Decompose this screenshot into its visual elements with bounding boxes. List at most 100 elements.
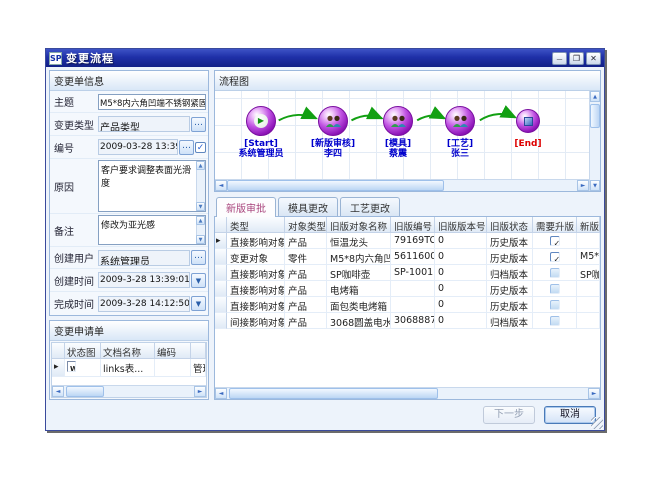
upgrade-checkbox[interactable]	[550, 300, 560, 310]
flow-node-review[interactable]	[318, 106, 348, 136]
table-row[interactable]: 直接影响对象产品 SP咖啡壶SP-1001 0归档版本 SP咖	[215, 265, 600, 281]
finish-time-dropdown-button[interactable]	[191, 296, 206, 311]
scroll-up-icon[interactable]	[196, 216, 205, 225]
resize-grip[interactable]	[591, 417, 603, 429]
col-type[interactable]: 类型	[227, 217, 285, 233]
col-upgrade[interactable]: 需要升版	[533, 217, 577, 233]
tab-mold-change[interactable]: 模具更改	[278, 197, 338, 217]
flow-node-start[interactable]	[246, 106, 276, 136]
request-grid-hscrollbar[interactable]	[52, 385, 206, 397]
flow-vscrollbar[interactable]	[589, 91, 600, 191]
hscroll-thumb[interactable]	[229, 388, 438, 399]
flow-node-mold[interactable]	[383, 106, 413, 136]
flow-node-end[interactable]	[516, 109, 540, 133]
creator-row: 创建用户 系统管理员	[50, 247, 208, 269]
scroll-left-icon[interactable]	[215, 388, 227, 399]
scroll-left-icon[interactable]	[215, 180, 227, 191]
table-row[interactable]: 直接影响对象产品 面包类电烤箱 0历史版本	[215, 297, 600, 313]
impact-grid-header: 类型 对象类型 旧版对象名称 旧版编号 旧版版本号 旧版状态 需要升版 新版	[215, 217, 600, 233]
request-col-docname[interactable]: 文档名称	[101, 343, 155, 359]
upgrade-checkbox[interactable]	[550, 236, 560, 246]
request-col-status[interactable]: 状态图	[65, 343, 101, 359]
flow-canvas[interactable]: [Start]系统管理员 [新版审核]李四 [模具]蔡震 [工艺]张三	[215, 91, 589, 179]
request-col-extra[interactable]	[191, 343, 206, 359]
selector-column-header[interactable]	[215, 217, 227, 233]
row-selector-icon	[215, 313, 227, 329]
number-row: 编号 2009-03-28 13:39:01	[50, 136, 208, 159]
creator-field[interactable]: 系统管理员	[98, 250, 190, 266]
maximize-button[interactable]	[569, 52, 584, 65]
subject-input[interactable]: M5*8内六角凹端不锈钢紧固螺钉	[98, 94, 206, 110]
table-row[interactable]: 间接影响对象产品 3068圆盖电水壶3068887 0归档版本	[215, 313, 600, 329]
number-checkbox[interactable]	[195, 142, 206, 153]
number-picker-button[interactable]	[179, 140, 194, 155]
table-row[interactable]: 直接影响对象产品 恒温龙头79169TC 0历史版本	[215, 233, 600, 249]
col-oldno[interactable]: 旧版编号	[391, 217, 435, 233]
tab-strip: 新版审批 模具更改 工艺更改	[214, 196, 601, 217]
table-row[interactable]: 变更对象零件 M5*8内六角凹...5611600 0历史版本 M5*8	[215, 249, 600, 265]
request-selector-header[interactable]	[52, 343, 65, 359]
col-newname[interactable]: 新版	[577, 217, 600, 233]
create-time-dropdown-button[interactable]	[191, 273, 206, 288]
request-col-code[interactable]: 编码	[155, 343, 191, 359]
reason-scrollbar[interactable]	[196, 161, 205, 211]
change-type-row: 变更类型 产品类型	[50, 113, 208, 136]
col-oldver[interactable]: 旧版版本号	[435, 217, 487, 233]
hscroll-track[interactable]	[227, 180, 577, 191]
col-oldname[interactable]: 旧版对象名称	[327, 217, 391, 233]
scroll-left-icon[interactable]	[52, 386, 64, 397]
hscroll-track[interactable]	[227, 388, 588, 399]
hscroll-track[interactable]	[64, 386, 194, 397]
hscroll-thumb[interactable]	[227, 180, 444, 191]
word-doc-icon: W	[67, 361, 76, 372]
tab-new-version-approval[interactable]: 新版审批	[216, 197, 276, 217]
col-objtype[interactable]: 对象类型	[285, 217, 327, 233]
scroll-right-icon[interactable]	[588, 388, 600, 399]
app-logo-icon: SP	[49, 52, 62, 65]
upgrade-checkbox[interactable]	[550, 316, 560, 326]
remark-textarea[interactable]: 修改为亚光感	[98, 215, 206, 245]
flow-hscrollbar[interactable]	[215, 179, 589, 191]
flow-node-craft[interactable]	[445, 106, 475, 136]
scroll-up-icon[interactable]	[590, 91, 600, 102]
next-button[interactable]: 下一步	[483, 406, 535, 424]
request-grid-header: 状态图 文档名称 编码	[52, 343, 206, 359]
scroll-down-icon[interactable]	[196, 235, 205, 244]
number-field[interactable]: 2009-03-28 13:39:01	[98, 139, 178, 155]
change-info-header: 变更单信息	[50, 71, 208, 91]
upgrade-checkbox[interactable]	[550, 284, 560, 294]
impact-grid-hscrollbar[interactable]	[215, 387, 600, 399]
window-title: 变更流程	[66, 50, 550, 66]
flow-diagram-header: 流程图	[215, 71, 600, 91]
row-selector-icon	[215, 297, 227, 313]
creator-picker-button[interactable]	[191, 250, 206, 265]
scroll-down-icon[interactable]	[590, 180, 600, 191]
remark-scrollbar[interactable]	[196, 216, 205, 244]
remark-row: 备注 修改为亚光感	[50, 214, 208, 247]
reason-textarea[interactable]: 客户要求调整表面光滑度	[98, 160, 206, 212]
upgrade-checkbox[interactable]	[550, 252, 560, 262]
titlebar[interactable]: SP 变更流程	[46, 49, 604, 67]
tab-craft-change[interactable]: 工艺更改	[340, 197, 400, 217]
change-type-field[interactable]: 产品类型	[98, 116, 190, 132]
table-row[interactable]: 直接影响对象产品 电烤箱 0历史版本	[215, 281, 600, 297]
cancel-button[interactable]: 取消	[544, 406, 596, 424]
scroll-up-icon[interactable]	[196, 161, 205, 170]
upgrade-checkbox[interactable]	[550, 268, 560, 278]
impact-grid: 类型 对象类型 旧版对象名称 旧版编号 旧版版本号 旧版状态 需要升版 新版 直…	[214, 216, 601, 400]
scroll-right-icon[interactable]	[577, 180, 589, 191]
finish-time-field[interactable]: 2009-3-28 14:12:50	[98, 296, 190, 312]
request-table-row[interactable]: W links表... 管理	[52, 359, 206, 377]
change-type-label: 变更类型	[52, 117, 98, 132]
create-time-field[interactable]: 2009-3-28 13:39:01	[98, 272, 190, 288]
change-type-picker-button[interactable]	[191, 117, 206, 132]
scroll-down-icon[interactable]	[196, 202, 205, 211]
vscroll-track[interactable]	[590, 102, 600, 180]
col-oldstate[interactable]: 旧版状态	[487, 217, 533, 233]
hscroll-thumb[interactable]	[66, 386, 104, 397]
close-button[interactable]	[586, 52, 601, 65]
vscroll-thumb[interactable]	[590, 104, 600, 128]
remark-label: 备注	[52, 223, 98, 238]
minimize-button[interactable]	[552, 52, 567, 65]
scroll-right-icon[interactable]	[194, 386, 206, 397]
